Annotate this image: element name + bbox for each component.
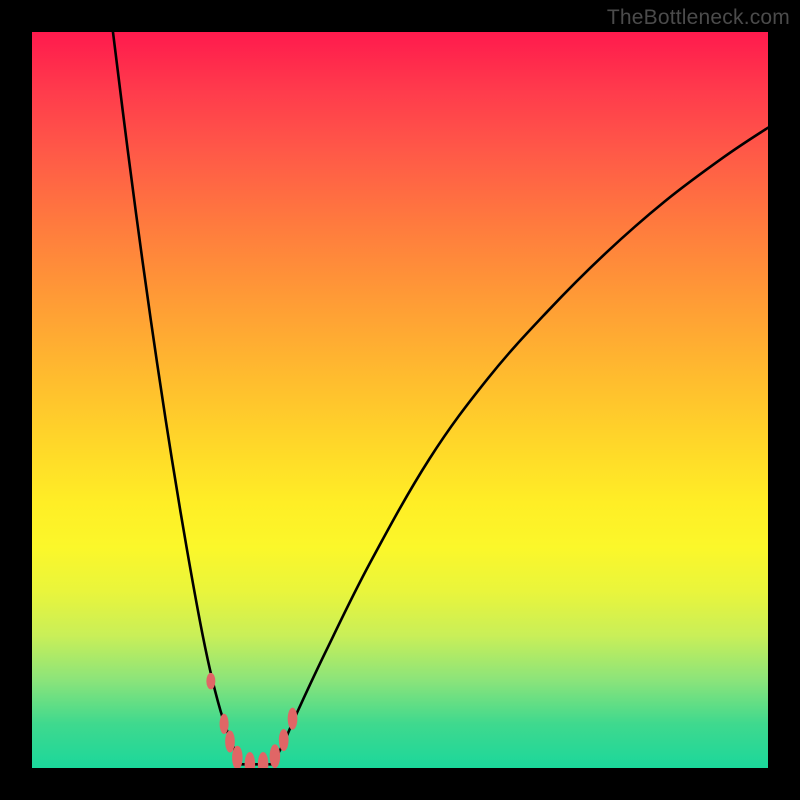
marker-layer bbox=[206, 673, 297, 768]
watermark-text: TheBottleneck.com bbox=[607, 6, 790, 30]
data-marker bbox=[258, 752, 269, 768]
bottleneck-curve bbox=[113, 32, 768, 764]
data-marker bbox=[220, 714, 229, 734]
plot-area bbox=[32, 32, 768, 768]
data-marker bbox=[206, 673, 215, 690]
chart-svg bbox=[32, 32, 768, 768]
data-marker bbox=[270, 744, 281, 768]
curve-layer bbox=[113, 32, 768, 764]
data-marker bbox=[279, 729, 289, 751]
data-marker bbox=[225, 730, 235, 752]
data-marker bbox=[288, 708, 298, 730]
chart-frame: TheBottleneck.com bbox=[0, 0, 800, 800]
data-marker bbox=[245, 752, 256, 768]
